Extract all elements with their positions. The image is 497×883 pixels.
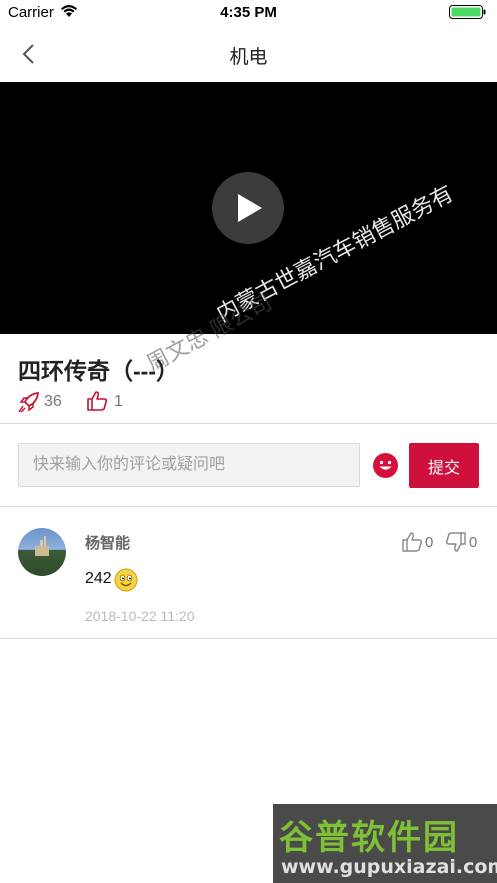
emoji-button[interactable] — [373, 453, 398, 478]
submit-button[interactable]: 提交 — [409, 443, 479, 488]
avatar-image — [35, 536, 49, 556]
thumbs-up-icon — [87, 391, 108, 411]
divider — [0, 638, 497, 639]
nav-bar: 机电 — [0, 26, 497, 82]
rocket-icon — [18, 392, 39, 413]
comment-author: 杨智能 — [85, 535, 131, 552]
play-button[interactable] — [212, 172, 284, 244]
play-icon — [238, 194, 262, 222]
smiley-face-icon — [379, 460, 392, 470]
page-title: 机电 — [229, 47, 268, 68]
avatar[interactable] — [18, 528, 66, 576]
share-count: 36 — [44, 393, 62, 410]
comment-text: 242 — [85, 570, 112, 587]
video-title: 四环传奇（---） — [18, 358, 179, 384]
divider — [0, 506, 497, 507]
status-bar: Carrier 4:35 PM — [0, 0, 497, 26]
smiley-emoji-icon — [114, 568, 138, 592]
battery-icon — [449, 5, 486, 19]
thumbs-down-icon — [445, 532, 466, 552]
like-count: 1 — [114, 393, 123, 410]
clock: 4:35 PM — [220, 4, 277, 21]
logo-url: www.gupuxiazai.com — [281, 856, 497, 878]
site-logo: 谷普软件园 www.gupuxiazai.com — [273, 804, 497, 883]
comment-date: 2018-10-22 11:20 — [85, 608, 195, 624]
divider — [0, 423, 497, 424]
upvote-count: 0 — [425, 534, 434, 551]
comment-input[interactable] — [18, 443, 360, 487]
thumbs-up-icon — [402, 532, 423, 552]
downvote-count: 0 — [469, 534, 478, 551]
video-player[interactable] — [0, 82, 497, 334]
logo-brand: 谷普软件园 — [279, 818, 459, 858]
